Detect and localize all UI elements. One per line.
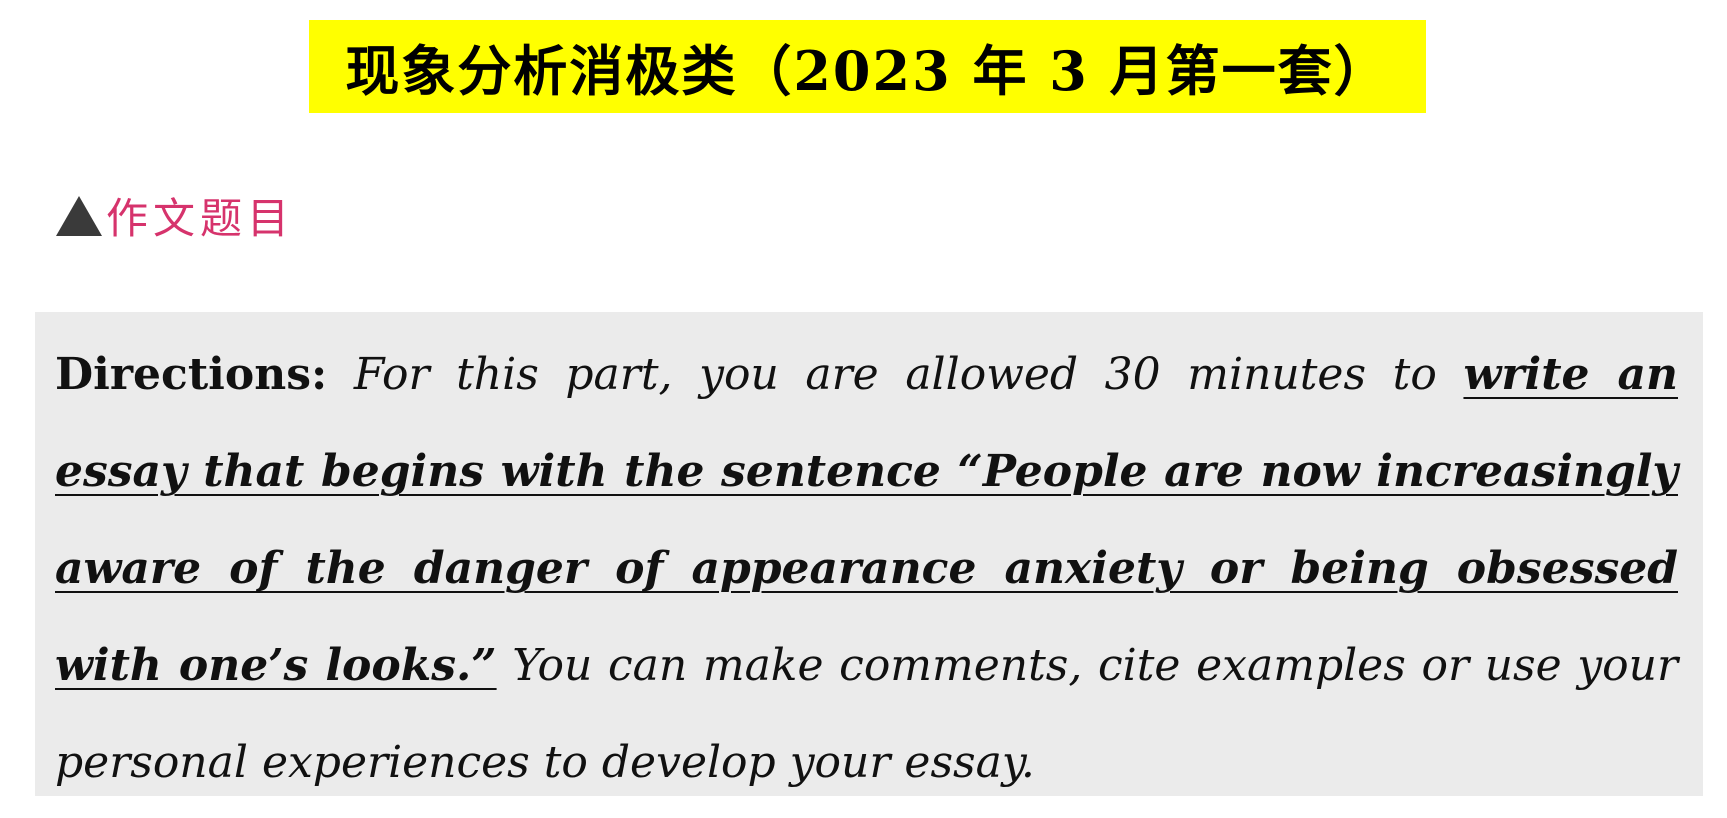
directions-paragraph: Directions: For this part, you are allow…	[55, 326, 1678, 811]
directions-lead: Directions:	[55, 349, 328, 400]
page-title: 现象分析消极类（2023 年 3 月第一套）	[345, 39, 1390, 103]
directions-intro: For this part, you are allowed 30 minute…	[327, 349, 1464, 400]
page-title-banner: 现象分析消极类（2023 年 3 月第一套）	[309, 20, 1426, 113]
directions-panel: Directions: For this part, you are allow…	[35, 312, 1703, 796]
section-label: 作文题目	[106, 193, 295, 243]
section-heading: 作文题目	[56, 180, 294, 250]
triangle-up-icon	[56, 196, 102, 236]
